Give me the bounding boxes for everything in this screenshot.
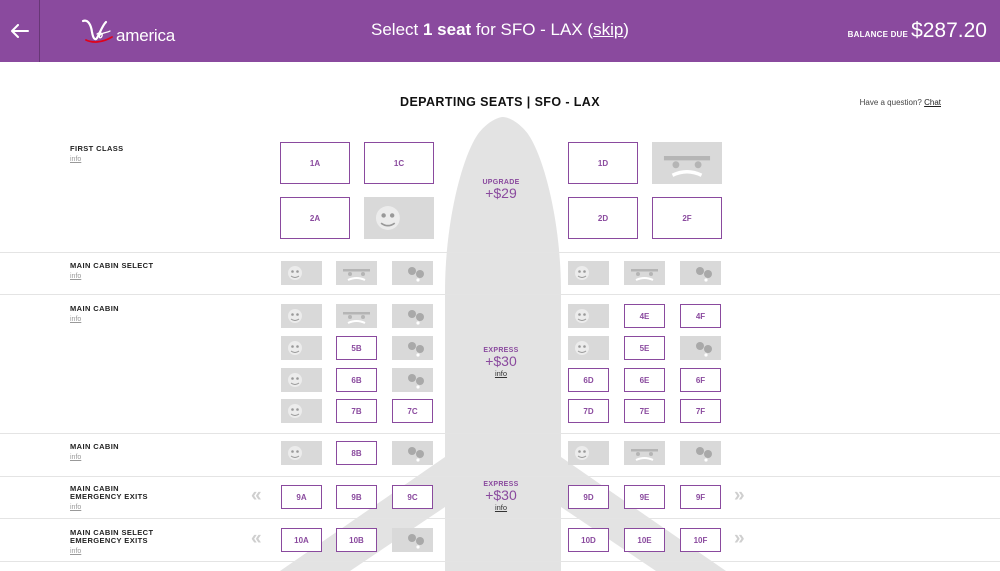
seat-4b bbox=[336, 304, 377, 328]
scroll-left-chevron[interactable]: « bbox=[251, 486, 262, 505]
seat-10b[interactable]: 10B bbox=[336, 528, 377, 552]
section-divider bbox=[0, 476, 1000, 477]
seat-2c bbox=[364, 197, 434, 239]
info-link[interactable]: info bbox=[70, 316, 119, 323]
seat-5d bbox=[568, 336, 609, 360]
seat-9f[interactable]: 9F bbox=[680, 485, 721, 509]
seat-6c bbox=[392, 368, 433, 392]
info-link[interactable]: info bbox=[70, 548, 153, 555]
balance-label: BALANCE DUE bbox=[847, 30, 909, 39]
seat-1c[interactable]: 1C bbox=[364, 142, 434, 184]
seat-10d[interactable]: 10D bbox=[568, 528, 609, 552]
seat-4c bbox=[392, 304, 433, 328]
section-divider bbox=[0, 294, 1000, 295]
seat-7e[interactable]: 7E bbox=[624, 399, 665, 423]
express-price: +$30 bbox=[485, 487, 517, 503]
row-label-main-cabin: MAIN CABIN info bbox=[70, 304, 119, 324]
info-link[interactable]: info bbox=[461, 503, 541, 512]
seat-6f[interactable]: 6F bbox=[680, 368, 721, 392]
seat-9c[interactable]: 9C bbox=[392, 485, 433, 509]
seat-10f[interactable]: 10F bbox=[680, 528, 721, 552]
scroll-left-chevron[interactable]: « bbox=[251, 529, 262, 548]
seat-6a bbox=[281, 368, 322, 392]
upgrade-promo: UPGRADE +$29 bbox=[461, 179, 541, 201]
info-link[interactable]: info bbox=[461, 369, 541, 378]
seat-3e bbox=[624, 261, 665, 285]
seat-9b[interactable]: 9B bbox=[336, 485, 377, 509]
top-bar: america Select 1 seat for SFO - LAX (ski… bbox=[0, 0, 1000, 62]
seat-5a bbox=[281, 336, 322, 360]
seat-2d[interactable]: 2D bbox=[568, 197, 638, 239]
info-link[interactable]: info bbox=[70, 454, 119, 461]
seat-3b bbox=[336, 261, 377, 285]
seat-6e[interactable]: 6E bbox=[624, 368, 665, 392]
seat-4e[interactable]: 4E bbox=[624, 304, 665, 328]
express-promo-exit: EXPRESS +$30 info bbox=[461, 481, 541, 512]
seat-7f[interactable]: 7F bbox=[680, 399, 721, 423]
seat-8c bbox=[392, 441, 433, 465]
seat-count: 1 seat bbox=[423, 20, 472, 39]
seat-9d[interactable]: 9D bbox=[568, 485, 609, 509]
row-label-first-class: FIRST CLASS info bbox=[70, 144, 124, 164]
seat-2a[interactable]: 2A bbox=[280, 197, 350, 239]
seat-3f bbox=[680, 261, 721, 285]
info-link[interactable]: info bbox=[70, 504, 148, 511]
seat-1a[interactable]: 1A bbox=[280, 142, 350, 184]
seat-5e[interactable]: 5E bbox=[624, 336, 665, 360]
seat-1f bbox=[652, 142, 722, 184]
seat-8e bbox=[624, 441, 665, 465]
section-divider bbox=[0, 561, 1000, 562]
section-divider bbox=[0, 518, 1000, 519]
seat-5b[interactable]: 5B bbox=[336, 336, 377, 360]
seat-7a bbox=[281, 399, 322, 423]
express-promo: EXPRESS +$30 info bbox=[461, 347, 541, 378]
balance-due: BALANCE DUE $287.20 bbox=[848, 19, 987, 43]
seat-3c bbox=[392, 261, 433, 285]
seat-10a[interactable]: 10A bbox=[281, 528, 322, 552]
seat-10c bbox=[392, 528, 433, 552]
help-prompt: Have a question? Chat bbox=[859, 98, 941, 107]
seat-6d[interactable]: 6D bbox=[568, 368, 609, 392]
balance-amount: $287.20 bbox=[911, 19, 987, 42]
seat-3a bbox=[281, 261, 322, 285]
seat-3d bbox=[568, 261, 609, 285]
departing-seats-title: DEPARTING SEATS | SFO - LAX bbox=[400, 95, 600, 109]
seat-8f bbox=[680, 441, 721, 465]
seat-4a bbox=[281, 304, 322, 328]
seat-4d bbox=[568, 304, 609, 328]
seat-2f[interactable]: 2F bbox=[652, 197, 722, 239]
section-divider bbox=[0, 433, 1000, 434]
seat-7c[interactable]: 7C bbox=[392, 399, 433, 423]
seat-8a bbox=[281, 441, 322, 465]
scroll-right-chevron[interactable]: » bbox=[734, 529, 745, 548]
seat-4f[interactable]: 4F bbox=[680, 304, 721, 328]
seat-9a[interactable]: 9A bbox=[281, 485, 322, 509]
scroll-right-chevron[interactable]: » bbox=[734, 486, 745, 505]
seat-1d[interactable]: 1D bbox=[568, 142, 638, 184]
seat-7b[interactable]: 7B bbox=[336, 399, 377, 423]
seat-8d bbox=[568, 441, 609, 465]
skip-link[interactable]: skip bbox=[593, 20, 623, 39]
info-link[interactable]: info bbox=[70, 273, 153, 280]
row-label-emergency-exits: MAIN CABIN EMERGENCY EXITS info bbox=[70, 484, 148, 512]
seat-10e[interactable]: 10E bbox=[624, 528, 665, 552]
seat-5f bbox=[680, 336, 721, 360]
chat-link[interactable]: Chat bbox=[924, 98, 941, 107]
row-label-select-emergency-exits: MAIN CABIN SELECT EMERGENCY EXITS info bbox=[70, 528, 154, 556]
seat-8b[interactable]: 8B bbox=[336, 441, 377, 465]
info-link[interactable]: info bbox=[70, 156, 124, 163]
row-label-main-cabin-select: MAIN CABIN SELECT info bbox=[70, 261, 154, 281]
seat-7d[interactable]: 7D bbox=[568, 399, 609, 423]
express-price: +$30 bbox=[485, 353, 517, 369]
upgrade-price: +$29 bbox=[485, 185, 517, 201]
section-divider bbox=[0, 252, 1000, 253]
seat-5c bbox=[392, 336, 433, 360]
seat-6b[interactable]: 6B bbox=[336, 368, 377, 392]
row-label-main-cabin-2: MAIN CABIN info bbox=[70, 442, 119, 462]
seat-9e[interactable]: 9E bbox=[624, 485, 665, 509]
